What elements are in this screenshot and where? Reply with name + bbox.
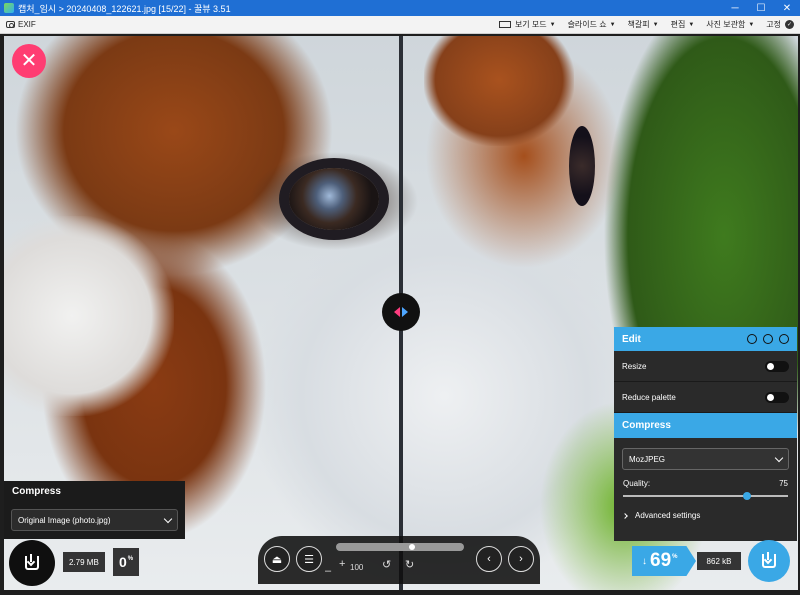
caret-down-icon: ▼ xyxy=(609,21,616,28)
menu-edit-label: 편집 xyxy=(670,20,686,29)
original-size: 2.79 MB xyxy=(63,552,105,572)
rotate-left-button[interactable]: ↺ xyxy=(382,558,391,571)
edit-panel-header: Edit xyxy=(614,327,797,351)
chevron-down-icon xyxy=(774,453,784,462)
compressed-percent-unit: % xyxy=(672,554,678,560)
view-mode-icon xyxy=(498,21,511,28)
left-panel-title: Compress xyxy=(12,486,61,497)
menu-photo-archive-label: 사진 보관함 xyxy=(706,20,746,29)
codec-select-value: MozJPEG xyxy=(629,454,666,464)
maximize-button[interactable]: ☐ xyxy=(748,0,774,16)
compare-icon[interactable] xyxy=(747,334,757,344)
compressed-percent-value: 69 xyxy=(650,550,672,571)
quality-slider-knob[interactable] xyxy=(742,492,751,500)
photo-eye xyxy=(289,168,379,230)
exif-label: EXIF xyxy=(18,20,36,29)
chevron-left-icon: ‹ xyxy=(487,553,491,565)
quality-row: Quality: 75 xyxy=(614,470,797,488)
download-icon xyxy=(762,552,776,568)
compressed-size: 862 kB xyxy=(697,552,741,570)
reduce-palette-toggle[interactable] xyxy=(765,391,789,403)
photo-white-fur-region xyxy=(4,216,174,416)
advanced-settings-toggle[interactable]: Advanced settings xyxy=(614,497,797,520)
caret-down-icon: ▼ xyxy=(549,21,556,28)
original-image-select[interactable]: Original Image (photo.jpg) xyxy=(11,509,178,531)
camera-icon xyxy=(6,21,15,28)
quality-slider[interactable] xyxy=(623,492,788,500)
menu-slideshow[interactable]: 슬라이드 쇼 ▼ xyxy=(562,19,622,30)
advanced-settings-label: Advanced settings xyxy=(635,511,701,520)
original-percent: 0% xyxy=(113,548,140,576)
zoom-text: 100 xyxy=(350,563,364,572)
close-window-button[interactable]: ✕ xyxy=(774,0,800,16)
menu-photo-archive[interactable]: 사진 보관함 ▼ xyxy=(700,19,760,30)
resize-row: Resize xyxy=(614,351,797,382)
chevron-right-icon: › xyxy=(519,553,523,565)
rotate-right-button[interactable]: ↻ xyxy=(405,558,414,571)
menu-icon: ☰ xyxy=(304,553,314,566)
exif-button[interactable]: EXIF xyxy=(0,20,42,29)
prev-button[interactable]: ‹ xyxy=(476,546,502,572)
photo-eye-right xyxy=(569,126,595,206)
app-logo-icon xyxy=(4,3,14,13)
close-icon: ✕ xyxy=(20,50,38,72)
arrow-down-icon: ↓ xyxy=(642,555,647,567)
codec-select[interactable]: MozJPEG xyxy=(622,448,789,470)
menu-slideshow-label: 슬라이드 쇼 xyxy=(567,20,607,29)
resize-toggle[interactable] xyxy=(765,360,789,372)
download-compressed-button[interactable] xyxy=(748,540,790,582)
menu-toolbar: EXIF 보기 모드 ▼ 슬라이드 쇼 ▼ 책갈피 ▼ 편집 ▼ 사진 보관함 … xyxy=(0,16,800,34)
caret-down-icon: ▼ xyxy=(748,21,755,28)
split-handle[interactable] xyxy=(382,293,420,331)
left-compress-panel: Compress Original Image (photo.jpg) xyxy=(4,481,185,539)
download-original-button[interactable] xyxy=(9,540,55,586)
chevron-right-icon xyxy=(622,512,628,519)
reduce-palette-label: Reduce palette xyxy=(622,392,676,402)
title-bar: 캡처_임시 > 20240408_122621.jpg [15/22] - 꿀뷰… xyxy=(0,0,800,16)
menu-view-mode[interactable]: 보기 모드 ▼ xyxy=(493,19,562,30)
quality-label: Quality: xyxy=(623,479,651,488)
next-button[interactable]: › xyxy=(508,546,534,572)
chevron-down-icon xyxy=(163,514,173,523)
compressed-percent-badge: ↓ 69% xyxy=(632,546,696,576)
zoom-in-button[interactable]: + xyxy=(339,558,345,570)
check-circle-icon: ✓ xyxy=(785,20,794,29)
download-icon xyxy=(25,554,39,570)
caret-down-icon: ▼ xyxy=(688,21,695,28)
close-compare-button[interactable]: ✕ xyxy=(12,44,46,78)
menu-view-mode-label: 보기 모드 xyxy=(514,20,547,29)
original-percent-unit: % xyxy=(127,556,134,562)
arrow-right-icon xyxy=(402,307,408,317)
eject-button[interactable]: ⏏ xyxy=(264,546,290,572)
minimize-button[interactable]: ─ xyxy=(722,0,748,16)
zoom-slider[interactable] xyxy=(336,543,464,551)
caret-down-icon: ▼ xyxy=(652,21,659,28)
quality-value: 75 xyxy=(779,479,788,488)
edit-title: Edit xyxy=(622,333,641,345)
pin-button[interactable]: 고정 ✓ xyxy=(760,19,800,30)
eject-icon: ⏏ xyxy=(271,553,283,566)
original-percent-value: 0 xyxy=(119,554,127,570)
edit-panel: Edit Resize Reduce palette Compress MozJ… xyxy=(614,327,797,541)
zoom-out-button[interactable]: – xyxy=(325,565,331,577)
pin-label: 고정 xyxy=(766,20,781,29)
arrow-left-icon xyxy=(394,307,400,317)
resize-label: Resize xyxy=(622,361,647,371)
reduce-palette-row: Reduce palette xyxy=(614,382,797,413)
menu-edit[interactable]: 편집 ▼ xyxy=(665,19,701,30)
app-window: 캡처_임시 > 20240408_122621.jpg [15/22] - 꿀뷰… xyxy=(0,0,800,595)
settings-icon[interactable] xyxy=(763,334,773,344)
menu-bookmark-label: 책갈피 xyxy=(627,20,650,29)
menu-button[interactable]: ☰ xyxy=(296,546,322,572)
copy-settings-icon[interactable] xyxy=(779,334,789,344)
compress-section-title: Compress xyxy=(614,413,797,438)
photo-fur-region xyxy=(424,36,574,146)
menu-bookmark[interactable]: 책갈피 ▼ xyxy=(622,19,665,30)
window-title: 캡처_임시 > 20240408_122621.jpg [15/22] - 꿀뷰… xyxy=(18,3,231,14)
original-image-select-value: Original Image (photo.jpg) xyxy=(18,515,111,525)
